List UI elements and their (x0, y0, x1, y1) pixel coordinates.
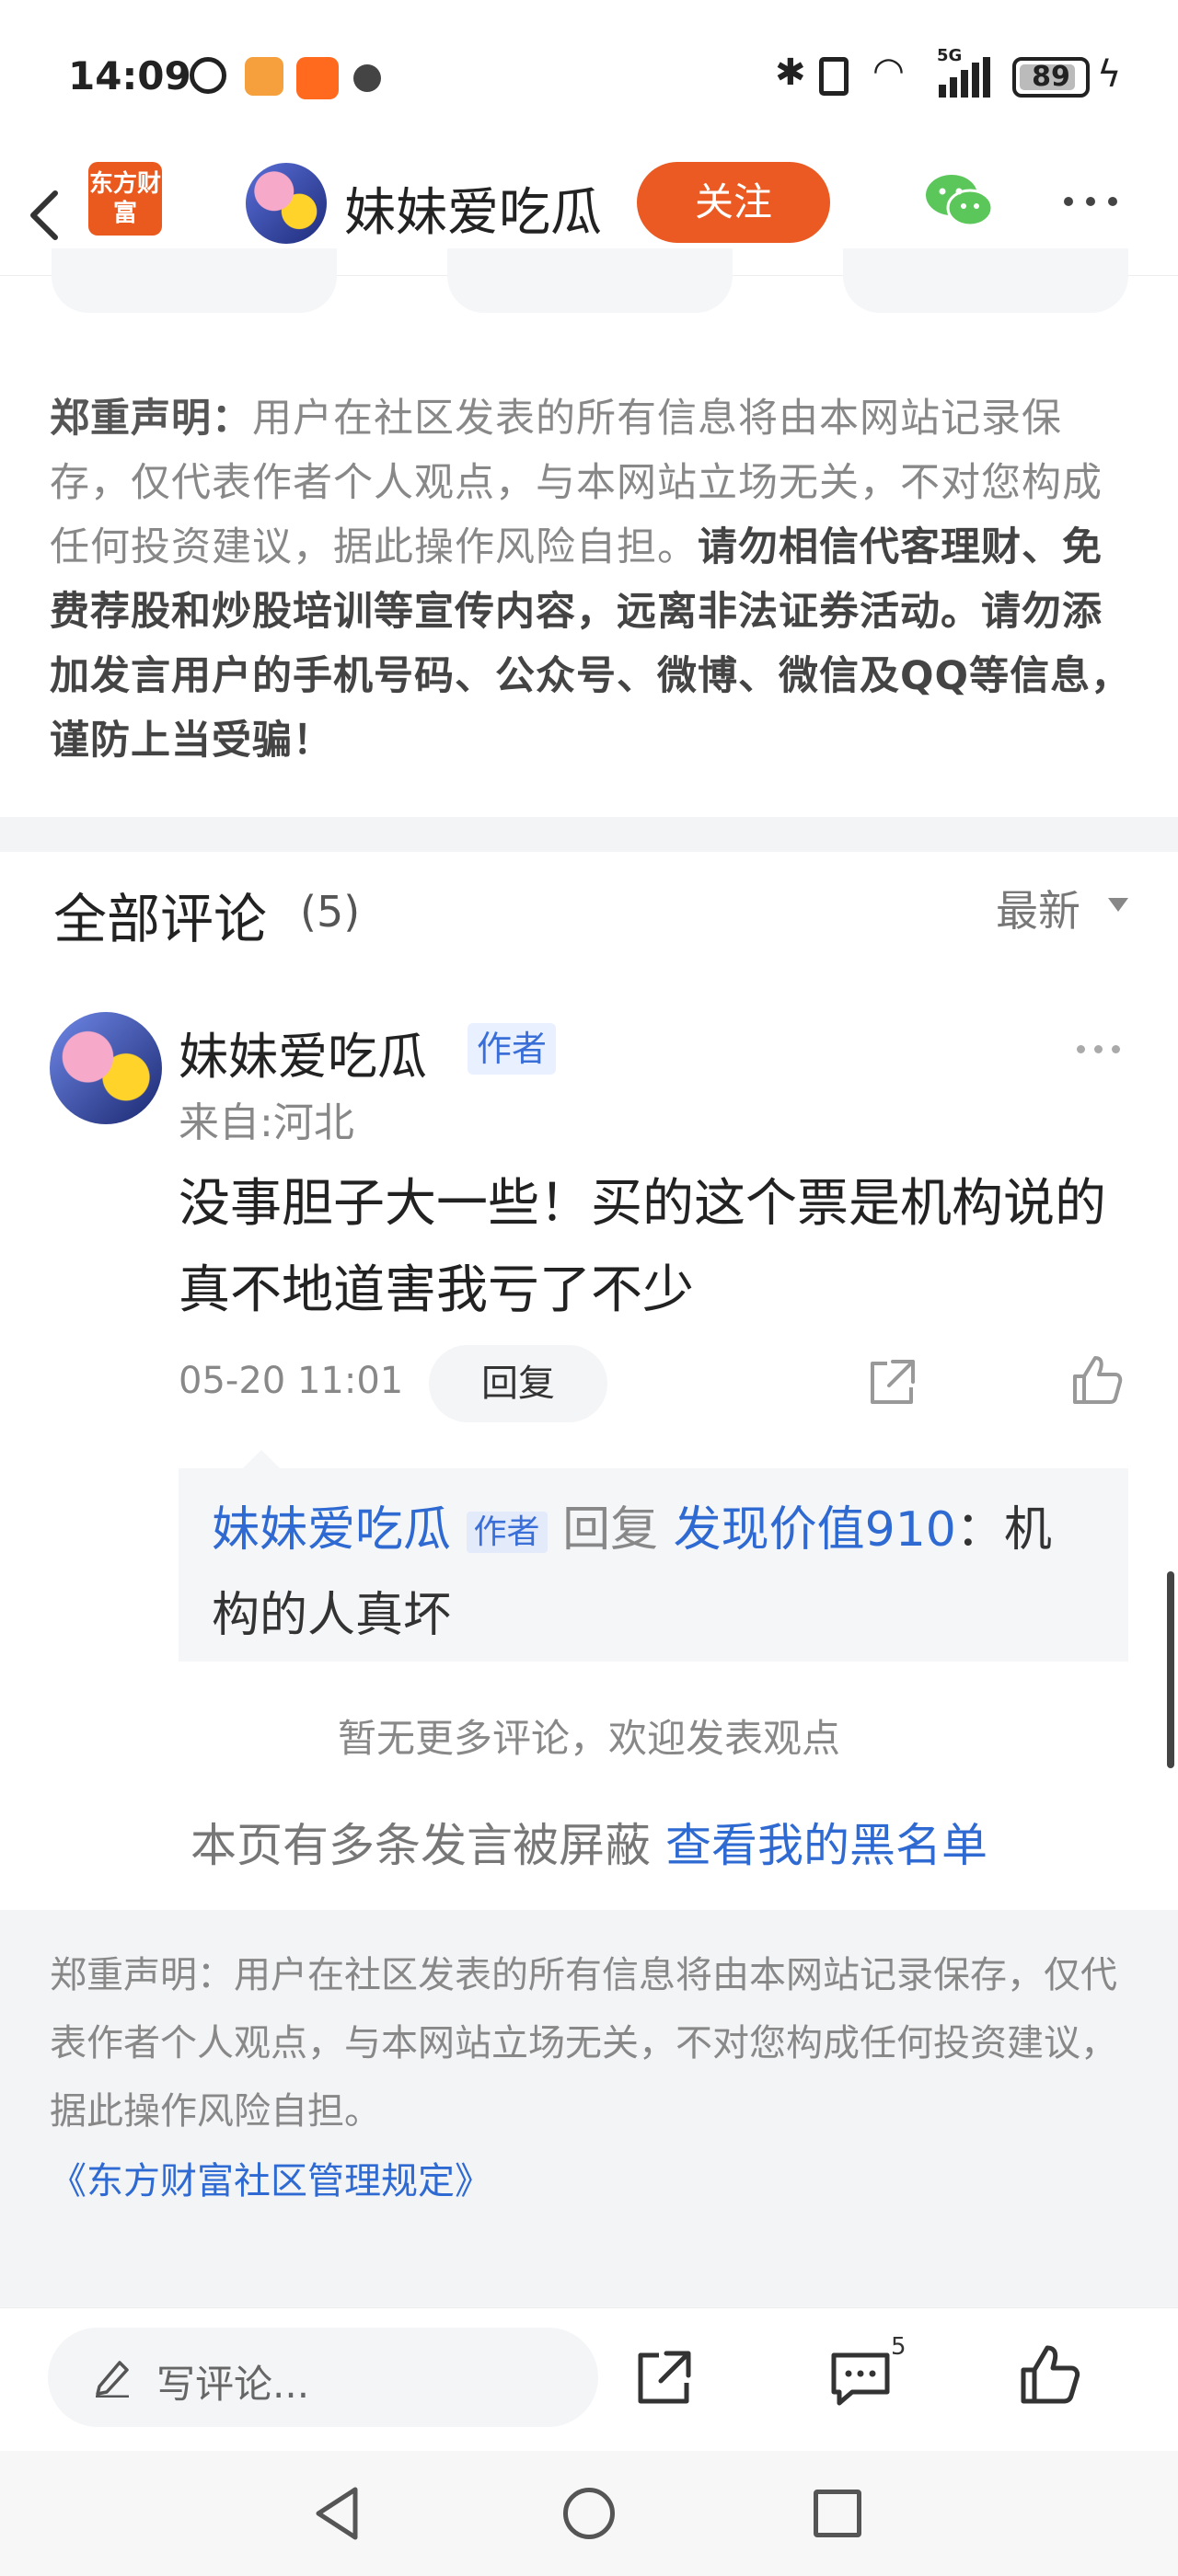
comment-author[interactable]: 妹妹爱吃瓜 (179, 1016, 427, 1088)
footer-disclaimer: 郑重声明：用户在社区发表的所有信息将由本网站记录保存，仅代表作者个人观点，与本网… (50, 1954, 1117, 2133)
signal-icon (939, 57, 999, 98)
author-avatar[interactable] (243, 160, 329, 247)
follow-button[interactable]: 关注 (637, 162, 830, 243)
disclaimer: 郑重声明：用户在社区发表的所有信息将由本网站记录保存，仅代表作者个人观点，与本网… (50, 386, 1136, 773)
pencil-icon (96, 2361, 129, 2398)
share-icon[interactable] (633, 2348, 694, 2409)
blocked-notice: 本页有多条发言被屏蔽 查看我的黑名单 (0, 1809, 1178, 1875)
section-divider (0, 817, 1178, 852)
caret-down-icon[interactable] (1108, 898, 1128, 912)
like-icon[interactable] (1069, 1352, 1125, 1408)
comment-icon[interactable] (828, 2350, 893, 2409)
comment-text: 没事胆子大一些！买的这个票是机构说的真不地道害我亏了不少 (179, 1174, 1106, 1320)
reply-word: 回复 (562, 1502, 659, 1558)
community-rules-link[interactable]: 《东方财富社区管理规定》 (50, 2151, 491, 2204)
battery-icon: 89 (1012, 57, 1090, 98)
comment-location: 来自:河北 (179, 1099, 354, 1146)
app-notification-icon (245, 57, 283, 96)
disclaimer-label: 郑重声明： (50, 396, 252, 442)
no-more-comments: 暂无更多评论，欢迎发表观点 (337, 1716, 840, 1761)
status-bar: 14:09 ✱ ◠ 5G 89 ϟ (0, 0, 1178, 156)
blocked-text: 本页有多条发言被屏蔽 (191, 1819, 652, 1872)
author-name[interactable]: 妹妹爱吃瓜 (344, 171, 602, 246)
share-moments-pill[interactable] (447, 248, 733, 313)
reply-button[interactable]: 回复 (429, 1345, 607, 1422)
nav-recent-icon[interactable] (814, 2490, 861, 2537)
share-weibo-pill[interactable] (843, 248, 1128, 313)
author-badge: 作者 (466, 1512, 548, 1553)
reply-separator: ： (955, 1502, 1004, 1558)
vibrate-icon (819, 57, 849, 96)
eastmoney-logo[interactable]: 东方财富 (88, 162, 162, 236)
comment-time: 05-20 11:01 (179, 1360, 404, 1402)
nav-back-icon[interactable] (309, 2484, 364, 2543)
share-wechat-pill[interactable] (52, 248, 337, 313)
blacklist-link[interactable]: 查看我的黑名单 (665, 1819, 987, 1872)
comment-avatar[interactable] (50, 1012, 162, 1124)
author-badge: 作者 (468, 1023, 557, 1075)
sort-dropdown[interactable]: 最新 (996, 878, 1080, 938)
comments-count: (5) (300, 887, 361, 937)
alarm-icon (190, 57, 226, 94)
wifi-icon: ◠ (872, 50, 905, 92)
app-notification-icon (353, 64, 381, 92)
share-icon[interactable] (865, 1356, 918, 1409)
reply-notch (241, 1450, 282, 1470)
like-icon[interactable] (1018, 2342, 1082, 2407)
charging-icon: ϟ (1097, 53, 1122, 96)
scrollbar[interactable] (1167, 1571, 1174, 1768)
reply-item[interactable]: 妹妹爱吃瓜 作者 回复 发现价值910：机构的人真坏 (212, 1489, 1095, 1657)
reply-author[interactable]: 妹妹爱吃瓜 (212, 1502, 451, 1558)
nav-home-icon[interactable] (563, 2488, 615, 2539)
comment-placeholder[interactable]: 写评论... (156, 2353, 309, 2409)
comments-title: 全部评论 (53, 888, 268, 950)
battery-percent: 89 (1032, 61, 1070, 93)
comment-count-badge: 5 (891, 2333, 907, 2361)
back-icon[interactable] (26, 188, 63, 243)
reply-target[interactable]: 发现价值910 (674, 1502, 956, 1558)
more-icon[interactable] (1064, 197, 1117, 206)
comment-more-icon[interactable] (1077, 1045, 1120, 1053)
status-time: 14:09 (68, 53, 191, 98)
taobao-notification-icon (296, 57, 339, 99)
bluetooth-icon: ✱ (775, 52, 806, 94)
wechat-icon[interactable] (924, 171, 994, 230)
